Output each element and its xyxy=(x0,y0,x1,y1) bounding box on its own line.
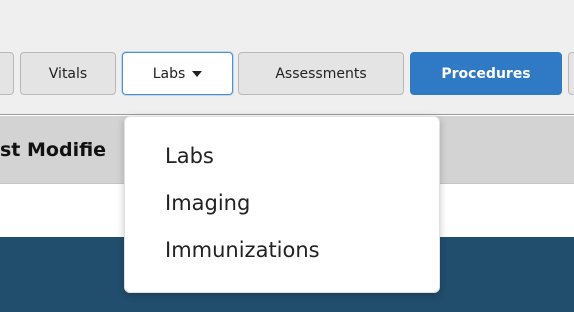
dropdown-item-imaging[interactable]: Imaging xyxy=(125,184,439,231)
tab-assessments-label: Assessments xyxy=(275,65,367,82)
dropdown-item-immunizations[interactable]: Immunizations xyxy=(125,231,439,278)
dropdown-item-labs[interactable]: Labs xyxy=(125,137,439,184)
tab-procedures[interactable]: Procedures xyxy=(410,52,562,95)
tab-labs-label: Labs xyxy=(152,65,186,82)
tab-assessments[interactable]: Assessments xyxy=(238,52,404,95)
screen: Vitals Labs Assessments Procedures st Mo… xyxy=(0,0,574,312)
tab-underline xyxy=(0,114,574,115)
labs-dropdown-menu: Labs Imaging Immunizations xyxy=(124,116,440,293)
tab-row: Vitals Labs Assessments Procedures xyxy=(0,43,574,115)
tab-vitals[interactable]: Vitals xyxy=(20,52,116,95)
tab-vitals-label: Vitals xyxy=(48,65,88,82)
column-header-last-modified[interactable]: st Modifie xyxy=(0,116,106,184)
tab-previous-partial[interactable] xyxy=(0,52,14,95)
top-bar xyxy=(0,0,574,43)
tab-next-partial[interactable] xyxy=(568,52,574,95)
caret-down-icon xyxy=(192,70,203,77)
tab-labs[interactable]: Labs xyxy=(122,52,233,95)
tab-procedures-label: Procedures xyxy=(441,65,531,82)
